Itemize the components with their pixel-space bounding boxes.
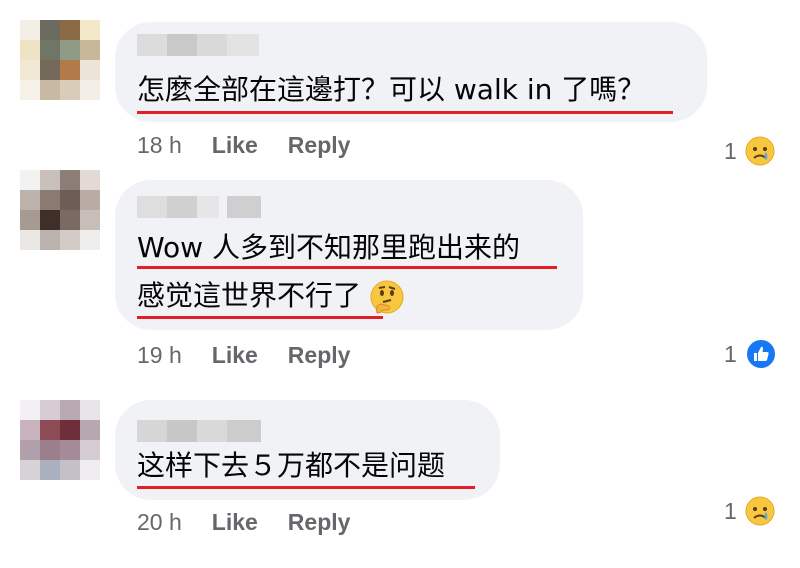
- like-button[interactable]: Like: [212, 132, 258, 158]
- highlight-underline: [137, 316, 383, 319]
- reaction-count: 1: [724, 497, 737, 524]
- avatar[interactable]: [20, 20, 100, 100]
- comment-text: 怎麼全部在這邊打？可以 walk in 了嗎？: [137, 73, 646, 106]
- reply-button[interactable]: Reply: [288, 509, 351, 535]
- reaction-count: 1: [724, 137, 737, 164]
- timestamp[interactable]: 18 h: [137, 132, 182, 158]
- comment-text-line-1: Wow 人多到不知那里跑出来的: [137, 231, 520, 264]
- highlight-underline: [137, 111, 673, 114]
- comment-actions: 18 h Like Reply: [137, 132, 350, 159]
- author-name-blurred[interactable]: [137, 34, 259, 56]
- author-name-blurred[interactable]: [137, 420, 261, 442]
- sad-face-icon: [745, 136, 775, 166]
- like-thumb-icon: [744, 338, 777, 370]
- comment-actions: 19 h Like Reply: [137, 342, 350, 369]
- author-name-blurred[interactable]: [137, 196, 261, 218]
- like-button[interactable]: Like: [212, 342, 258, 368]
- avatar[interactable]: [20, 170, 100, 250]
- avatar[interactable]: [20, 400, 100, 480]
- reply-button[interactable]: Reply: [288, 342, 351, 368]
- timestamp[interactable]: 20 h: [137, 509, 182, 535]
- reaction-count: 1: [724, 340, 737, 367]
- thinking-face-icon: [369, 279, 405, 315]
- comment-text-line-2-text: 感觉這世界不行了: [137, 279, 362, 312]
- comment-text-line-2: 感觉這世界不行了: [137, 276, 405, 316]
- reaction-summary[interactable]: 1: [724, 136, 775, 166]
- comment-text: 这样下去５万都不是问题: [137, 449, 446, 482]
- reply-button[interactable]: Reply: [288, 132, 351, 158]
- reaction-summary[interactable]: 1: [724, 338, 777, 370]
- sad-face-icon: [745, 496, 775, 526]
- reaction-summary[interactable]: 1: [724, 496, 775, 526]
- timestamp[interactable]: 19 h: [137, 342, 182, 368]
- like-button[interactable]: Like: [212, 509, 258, 535]
- highlight-underline: [137, 266, 557, 269]
- highlight-underline: [137, 486, 475, 489]
- comment-actions: 20 h Like Reply: [137, 509, 350, 536]
